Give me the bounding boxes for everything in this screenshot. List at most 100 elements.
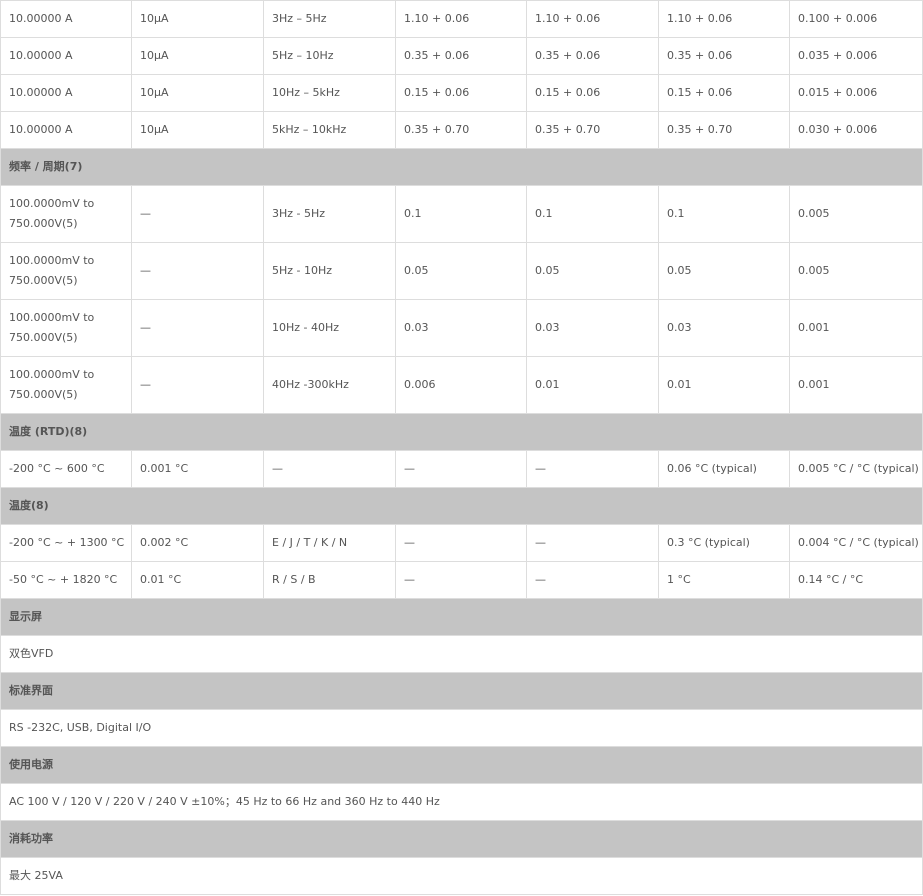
table-cell: 0.35 + 0.06 xyxy=(526,37,659,75)
section-header: 频率 / 周期(7) xyxy=(0,148,923,186)
table-cell: R / S / B xyxy=(263,561,396,599)
table-cell: 1.10 + 0.06 xyxy=(658,0,790,38)
table-cell: 0.005 °C / °C (typical) xyxy=(789,450,923,488)
table-cell: E / J / T / K / N xyxy=(263,524,396,562)
table-cell: 0.05 xyxy=(395,242,527,300)
table-cell: 0.1 xyxy=(526,185,659,243)
table-cell: 10Hz - 40Hz xyxy=(263,299,396,357)
section-header: 使用电源 xyxy=(0,746,923,784)
table-cell: 5Hz - 10Hz xyxy=(263,242,396,300)
table-cell: 1.10 + 0.06 xyxy=(526,0,659,38)
section-header-row: 频率 / 周期(7) xyxy=(0,148,923,186)
table-row: 100.0000mV to 750.000V(5) —3Hz - 5Hz 0.1 0.… xyxy=(0,185,923,243)
table-cell: — xyxy=(526,450,659,488)
table-cell: 0.03 xyxy=(658,299,790,357)
table-cell: -200 °C ~ + 1300 °C xyxy=(0,524,132,562)
spec-table: 10.00000 A 10μA 3Hz – 5Hz 1.10 + 0.06 1.10 +… xyxy=(0,0,923,895)
table-cell: 0.03 xyxy=(395,299,527,357)
table-cell: 0.1 xyxy=(395,185,527,243)
table-cell: 0.004 °C / °C (typical) xyxy=(789,524,923,562)
spec-value: 最大 25VA xyxy=(0,857,923,895)
table-cell: 100.0000mV to 750.000V(5) xyxy=(0,299,132,357)
table-cell: 5Hz – 10Hz xyxy=(263,37,396,75)
table-cell: 10μA xyxy=(131,74,264,112)
table-cell: 0.35 + 0.70 xyxy=(658,111,790,149)
table-cell: — xyxy=(131,242,264,300)
table-row: 10.00000 A 10μA 5kHz – 10kHz 0.35 + 0.70 0.3… xyxy=(0,111,923,149)
table-cell: 10μA xyxy=(131,37,264,75)
table-cell: 0.005 xyxy=(789,242,923,300)
table-cell: 10.00000 A xyxy=(0,111,132,149)
spec-value: RS -232C, USB, Digital I/O xyxy=(0,709,923,747)
table-cell: 0.002 °C xyxy=(131,524,264,562)
table-cell: 0.15 + 0.06 xyxy=(395,74,527,112)
table-cell: 0.001 xyxy=(789,356,923,414)
table-cell: — xyxy=(131,356,264,414)
table-cell: — xyxy=(131,299,264,357)
table-cell: 10.00000 A xyxy=(0,0,132,38)
table-cell: -200 °C ~ 600 °C xyxy=(0,450,132,488)
table-cell: 0.001 xyxy=(789,299,923,357)
section-header-row: 标准界面 xyxy=(0,672,923,710)
table-cell: 0.015 + 0.006 xyxy=(789,74,923,112)
table-cell: 10Hz – 5kHz xyxy=(263,74,396,112)
spec-value-row: 最大 25VA xyxy=(0,857,923,895)
table-cell: 0.03 xyxy=(526,299,659,357)
table-cell: 0.030 + 0.006 xyxy=(789,111,923,149)
table-cell: 0.14 °C / °C xyxy=(789,561,923,599)
section-header: 显示屏 xyxy=(0,598,923,636)
table-row: -200 °C ~ + 1300 °C 0.002 °C E / J / T / K… xyxy=(0,524,923,562)
section-header: 温度(8) xyxy=(0,487,923,525)
table-cell: 10.00000 A xyxy=(0,37,132,75)
section-header-row: 使用电源 xyxy=(0,746,923,784)
table-cell: 3Hz – 5Hz xyxy=(263,0,396,38)
spec-value: 双色VFD xyxy=(0,635,923,673)
table-cell: 5kHz – 10kHz xyxy=(263,111,396,149)
table-cell: 10μA xyxy=(131,111,264,149)
table-cell: 10.00000 A xyxy=(0,74,132,112)
table-row: 10.00000 A 10μA 3Hz – 5Hz 1.10 + 0.06 1.10 +… xyxy=(0,0,923,38)
table-cell: 0.05 xyxy=(658,242,790,300)
table-row: 100.0000mV to 750.000V(5) —5Hz - 10Hz 0.05… xyxy=(0,242,923,300)
table-cell: 100.0000mV to 750.000V(5) xyxy=(0,356,132,414)
table-cell: 0.005 xyxy=(789,185,923,243)
table-cell: — xyxy=(395,450,527,488)
table-cell: 10μA xyxy=(131,0,264,38)
table-cell: — xyxy=(395,524,527,562)
table-cell: 0.035 + 0.006 xyxy=(789,37,923,75)
table-cell: — xyxy=(526,561,659,599)
table-cell: 100.0000mV to 750.000V(5) xyxy=(0,185,132,243)
table-cell: 0.35 + 0.70 xyxy=(395,111,527,149)
spec-value-row: 双色VFD xyxy=(0,635,923,673)
table-cell: 40Hz -300kHz xyxy=(263,356,396,414)
spec-value: AC 100 V / 120 V / 220 V / 240 V ±10%；45… xyxy=(0,783,923,821)
table-cell: 1 °C xyxy=(658,561,790,599)
table-row: -50 °C ~ + 1820 °C 0.01 °C R / S / B — —1 °C… xyxy=(0,561,923,599)
table-cell: 0.05 xyxy=(526,242,659,300)
spec-table-body: 10.00000 A 10μA 3Hz – 5Hz 1.10 + 0.06 1.10 +… xyxy=(0,0,923,895)
table-cell: 0.15 + 0.06 xyxy=(658,74,790,112)
table-cell: 0.01 xyxy=(658,356,790,414)
table-cell: 0.100 + 0.006 xyxy=(789,0,923,38)
section-header-row: 温度 (RTD)(8) xyxy=(0,413,923,451)
section-header: 标准界面 xyxy=(0,672,923,710)
spec-value-row: RS -232C, USB, Digital I/O xyxy=(0,709,923,747)
table-cell: 0.15 + 0.06 xyxy=(526,74,659,112)
table-cell: 0.35 + 0.70 xyxy=(526,111,659,149)
table-row: 100.0000mV to 750.000V(5) —10Hz - 40Hz 0.0… xyxy=(0,299,923,357)
table-cell: 1.10 + 0.06 xyxy=(395,0,527,38)
table-row: -200 °C ~ 600 °C 0.001 °C — — —0.06 °C (typi… xyxy=(0,450,923,488)
section-header: 消耗功率 xyxy=(0,820,923,858)
section-header-row: 温度(8) xyxy=(0,487,923,525)
spec-value-row: AC 100 V / 120 V / 220 V / 240 V ±10%；45… xyxy=(0,783,923,821)
table-row: 10.00000 A 10μA 5Hz – 10Hz 0.35 + 0.06 0.35 … xyxy=(0,37,923,75)
section-header: 温度 (RTD)(8) xyxy=(0,413,923,451)
table-cell: 0.001 °C xyxy=(131,450,264,488)
table-cell: -50 °C ~ + 1820 °C xyxy=(0,561,132,599)
table-cell: 0.35 + 0.06 xyxy=(658,37,790,75)
table-cell: 0.1 xyxy=(658,185,790,243)
table-cell: 0.35 + 0.06 xyxy=(395,37,527,75)
table-row: 10.00000 A 10μA 10Hz – 5kHz 0.15 + 0.06 0.15… xyxy=(0,74,923,112)
table-cell: 0.06 °C (typical) xyxy=(658,450,790,488)
section-header-row: 消耗功率 xyxy=(0,820,923,858)
